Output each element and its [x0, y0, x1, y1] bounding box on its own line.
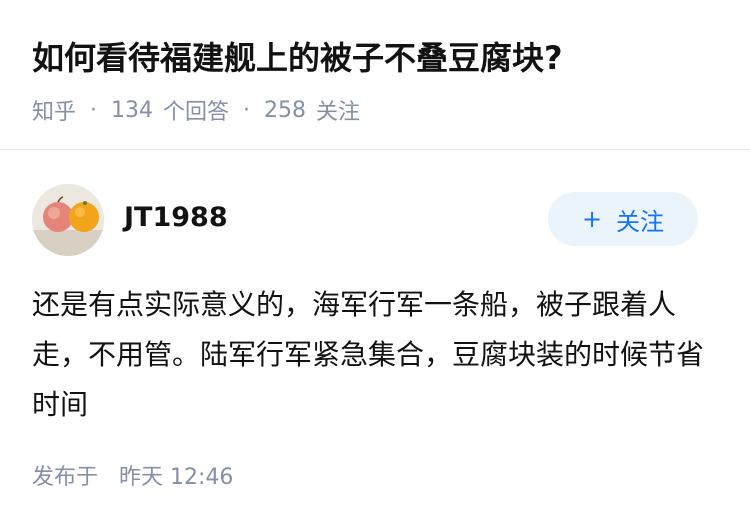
follow-button-label: 关注: [616, 207, 665, 236]
published-time[interactable]: 昨天 12:46: [119, 465, 233, 490]
meta-separator: ·: [243, 97, 251, 123]
question-header: 如何看待福建舰上的被子不叠豆腐块? 知乎 · 134 个回答 · 258 关注: [0, 0, 750, 150]
avatar-apple-and-orange-icon: [32, 184, 104, 256]
question-title[interactable]: 如何看待福建舰上的被子不叠豆腐块?: [32, 36, 563, 80]
answer-author-row: JT1988 + 关注: [32, 184, 718, 256]
follower-count-label: 关注: [316, 100, 361, 125]
avatar[interactable]: [32, 184, 104, 256]
follow-button[interactable]: + 关注: [548, 192, 698, 246]
author-name[interactable]: JT1988: [124, 200, 228, 236]
published-label: 发布于: [32, 465, 99, 490]
follower-count: 258: [264, 97, 307, 123]
answer-footer: 发布于 昨天 12:46: [32, 462, 233, 494]
answer-content[interactable]: 还是有点实际意义的，海军行军一条船，被子跟着人走，不用管。陆军行军紧急集合，豆腐…: [32, 280, 712, 430]
answer-count: 134: [111, 97, 154, 123]
plus-icon: +: [581, 205, 603, 233]
question-meta: 知乎 · 134 个回答 · 258 关注: [32, 94, 360, 126]
answer-count-label: 个回答: [163, 100, 230, 125]
source-label[interactable]: 知乎: [32, 94, 76, 126]
meta-separator: ·: [90, 97, 98, 123]
